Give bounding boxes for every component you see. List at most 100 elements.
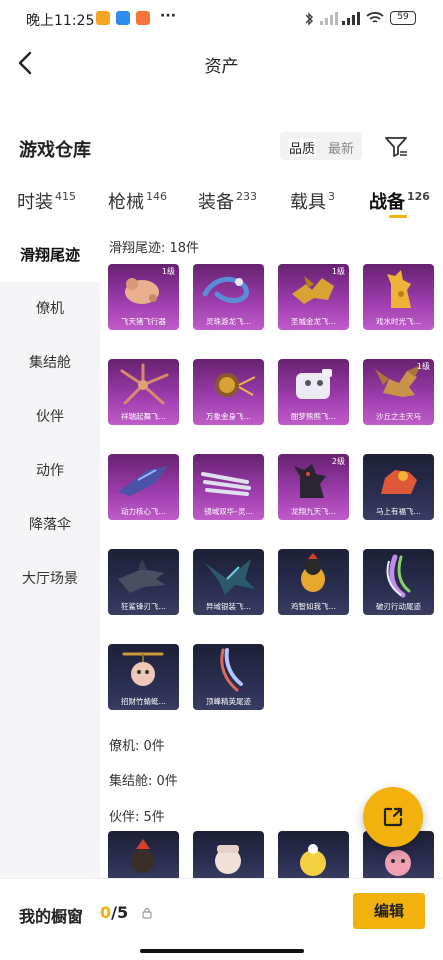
item-name: 招财竹蜻蜓… bbox=[121, 697, 166, 706]
notification-app-icon bbox=[96, 11, 110, 25]
tab-equipment[interactable]: 装备 233 bbox=[198, 188, 257, 214]
more-notifications-icon: ··· bbox=[160, 8, 176, 24]
item-grid-area[interactable]: 滑翔尾迹: 18件 1级 飞天猪飞行器 灵珠游龙飞… 1级 圣城金龙飞… 戏水时… bbox=[100, 228, 443, 878]
dragon-icon bbox=[202, 276, 249, 304]
item-card[interactable]: 鸡智如我飞… bbox=[278, 549, 349, 615]
item-card[interactable]: 万象金身飞… bbox=[193, 359, 264, 425]
share-button[interactable] bbox=[363, 787, 423, 847]
item-name: 马上有福飞… bbox=[376, 507, 421, 516]
item-name: 镜域双华–灵… bbox=[204, 507, 253, 516]
chick-partner-icon bbox=[300, 844, 326, 876]
sidebar-item-wingman[interactable]: 僚机 bbox=[0, 282, 100, 336]
battery-icon: 59 bbox=[390, 11, 416, 25]
signal-hd-icon bbox=[342, 12, 360, 25]
item-card[interactable]: 狂鲨锋刃飞… bbox=[108, 549, 179, 615]
item-name: 戏水时光飞… bbox=[376, 317, 421, 326]
item-card[interactable]: 1级 飞天猪飞行器 bbox=[108, 264, 179, 330]
item-name: 鸡智如我飞… bbox=[291, 602, 336, 611]
partner-card[interactable] bbox=[193, 831, 264, 878]
silver-wing-icon bbox=[205, 559, 255, 595]
signal-icon bbox=[320, 12, 338, 25]
section-header-partner: 伙伴: 5件 bbox=[109, 810, 165, 825]
chicken-partner-icon bbox=[131, 839, 155, 873]
item-card[interactable]: 马上有福飞… bbox=[363, 454, 434, 520]
share-external-icon bbox=[383, 807, 403, 827]
active-tab-indicator bbox=[389, 215, 407, 218]
item-card[interactable]: 祥瑞起舞飞… bbox=[108, 359, 179, 425]
category-tabs: 时装 415 枪械 146 装备 233 载具 3 战备 126 bbox=[0, 180, 443, 220]
item-card[interactable]: 酣梦熊熊飞… bbox=[278, 359, 349, 425]
item-name: 沙丘之主天马 bbox=[376, 412, 421, 421]
item-name: 异域银装飞… bbox=[206, 602, 251, 611]
bear-partner-icon bbox=[215, 845, 241, 874]
item-card[interactable]: 戏水时光飞… bbox=[363, 264, 434, 330]
tab-vehicles[interactable]: 载具 3 bbox=[290, 188, 335, 214]
item-card[interactable]: 灵珠游龙飞… bbox=[193, 264, 264, 330]
item-name: 万象金身飞… bbox=[206, 412, 251, 421]
item-card[interactable]: 招财竹蜻蜓… bbox=[108, 644, 179, 710]
sort-latest-button[interactable]: 最新 bbox=[328, 138, 354, 157]
item-name: 灵珠游龙飞… bbox=[206, 317, 251, 326]
tab-battle-prep[interactable]: 战备 126 bbox=[369, 188, 430, 214]
sidebar-item-glide-trail[interactable]: 滑翔尾迹 bbox=[0, 228, 100, 282]
sort-quality-button[interactable]: 品质 bbox=[288, 138, 317, 157]
bluetooth-icon bbox=[305, 12, 313, 26]
item-name: 顶峰精英尾迹 bbox=[206, 697, 251, 706]
trail-streak-icon bbox=[386, 554, 411, 598]
item-card[interactable]: 1级 沙丘之主天马 bbox=[363, 359, 434, 425]
golden-ornament-icon bbox=[215, 373, 256, 397]
showcase-label: 我的橱窗 bbox=[19, 907, 84, 926]
partner-card[interactable] bbox=[108, 831, 179, 878]
section-header-assembly-pod: 集结舱: 0件 bbox=[109, 774, 178, 789]
lucky-horse-icon bbox=[381, 470, 417, 494]
lock-icon bbox=[142, 907, 152, 919]
elite-trail-icon bbox=[220, 648, 243, 692]
item-card[interactable]: 顶峰精英尾迹 bbox=[193, 644, 264, 710]
item-name: 祥瑞起舞飞… bbox=[121, 412, 166, 421]
page-title: 资产 bbox=[204, 57, 239, 77]
item-name: 狂鲨锋刃飞… bbox=[121, 602, 166, 611]
sidebar-item-assembly-pod[interactable]: 集结舱 bbox=[0, 336, 100, 390]
showcase-bar: 我的橱窗 0/5 编辑 bbox=[0, 878, 443, 960]
item-name: 飞天猪飞行器 bbox=[121, 317, 166, 326]
item-card[interactable]: 1级 圣城金龙飞… bbox=[278, 264, 349, 330]
section-header-wingman: 僚机: 0件 bbox=[109, 739, 165, 754]
power-core-glider-icon bbox=[118, 466, 168, 496]
sort-toggle: 品质 最新 bbox=[280, 132, 362, 160]
sidebar-item-parachute[interactable]: 降落伞 bbox=[0, 498, 100, 552]
bamboo-copter-icon bbox=[122, 652, 164, 686]
item-card[interactable]: 破刃行动尾迹 bbox=[363, 549, 434, 615]
item-card[interactable]: 镜域双华–灵… bbox=[193, 454, 264, 520]
vault-toolbar: 游戏仓库 品质 最新 bbox=[0, 128, 443, 166]
item-name: 破刃行动尾迹 bbox=[376, 602, 421, 611]
item-card[interactable]: 动力核心飞… bbox=[108, 454, 179, 520]
section-header-glide: 滑翔尾迹: 18件 bbox=[109, 241, 200, 256]
sidebar-item-lobby-scene[interactable]: 大厅场景 bbox=[0, 552, 100, 606]
item-name: 圣城金龙飞… bbox=[291, 317, 336, 326]
sidebar-item-partner[interactable]: 伙伴 bbox=[0, 390, 100, 444]
tab-fashion[interactable]: 时装 415 bbox=[17, 188, 76, 214]
shark-blade-icon bbox=[118, 559, 166, 593]
app-header: 资产 bbox=[0, 38, 443, 88]
chicken-glider-icon bbox=[301, 553, 325, 592]
status-time: 晚上11:25 bbox=[26, 13, 95, 29]
notification-app-icon bbox=[136, 11, 150, 25]
giraffe-toy-icon bbox=[387, 270, 411, 308]
home-indicator[interactable] bbox=[140, 949, 304, 953]
star-flower-icon bbox=[120, 363, 169, 405]
item-name: 动力核心飞… bbox=[121, 507, 166, 516]
sleeping-bear-icon bbox=[296, 369, 332, 399]
tab-guns[interactable]: 枪械 146 bbox=[108, 188, 167, 214]
vault-title: 游戏仓库 bbox=[19, 140, 91, 161]
edit-button[interactable]: 编辑 bbox=[353, 893, 425, 929]
item-card[interactable]: 2级 龙翔九天飞… bbox=[278, 454, 349, 520]
filter-icon[interactable] bbox=[382, 132, 410, 160]
sidebar-item-emote[interactable]: 动作 bbox=[0, 444, 100, 498]
partner-card[interactable] bbox=[278, 831, 349, 878]
item-card[interactable]: 异域银装飞… bbox=[193, 549, 264, 615]
showcase-count: 0/5 bbox=[100, 903, 129, 922]
notification-app-icon bbox=[116, 11, 130, 25]
item-name: 龙翔九天飞… bbox=[291, 507, 336, 516]
item-name: 酣梦熊熊飞… bbox=[291, 412, 336, 421]
sidebar: 滑翔尾迹 僚机 集结舱 伙伴 动作 降落伞 大厅场景 bbox=[0, 228, 100, 878]
